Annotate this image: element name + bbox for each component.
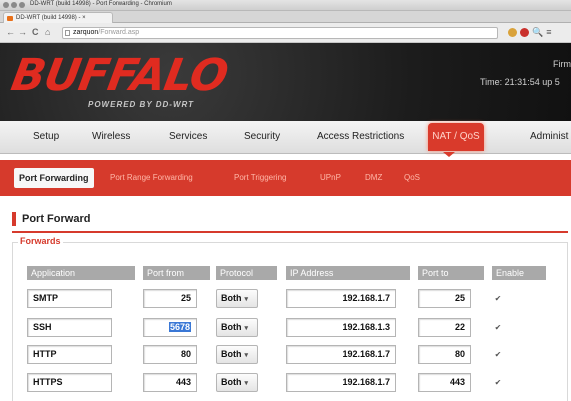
tab-setup[interactable]: Setup [33,121,59,153]
subtab-upnp[interactable]: UPnP [320,171,341,185]
minimize-window-icon[interactable] [11,2,17,8]
browser-toolbar: ← → C ⌂ zarquon/Forward.asp 🔍 ≡ [0,23,571,43]
enable-checkbox[interactable]: ✔ [494,379,502,387]
chevron-down-icon: ▾ [244,296,249,303]
uptime-label: Time: 21:31:54 up 5 [480,77,560,87]
fieldset-legend: Forwards [18,236,63,246]
ip-address-input[interactable]: 192.168.1.3 [286,318,396,337]
extension-icons: 🔍 ≡ [508,28,551,37]
protocol-value: Both [221,377,242,387]
subtab-port-forwarding[interactable]: Port Forwarding [14,168,94,188]
column-header-protocol: Protocol [216,266,277,280]
port-to-input[interactable]: 443 [418,373,471,392]
column-header-port-to: Port to [418,266,484,280]
title-divider [12,231,568,233]
protocol-select[interactable]: Both ▾ [216,318,258,337]
main-content: Port Forward Forwards Application Port f… [0,196,571,401]
port-to-input[interactable]: 22 [418,318,471,337]
page-title: Port Forward [12,212,90,226]
extension-icon[interactable] [520,28,529,37]
application-input[interactable]: HTTP [27,345,112,364]
extension-icon[interactable] [508,28,517,37]
tab-administration[interactable]: Administ [530,121,568,153]
router-header: BUFFALO POWERED BY DD-WRT Firm Time: 21:… [0,43,571,121]
enable-checkbox[interactable]: ✔ [494,295,502,303]
firmware-label: Firm [553,59,571,69]
address-bar[interactable]: zarquon/Forward.asp [62,27,498,39]
column-header-ip-address: IP Address [286,266,410,280]
menu-icon[interactable]: ≡ [546,28,551,37]
browser-tab-title: DD-WRT (build 14998) - × [16,15,86,21]
maximize-window-icon[interactable] [19,2,25,8]
table-row: HTTP 80 Both ▾ 192.168.1.7 80 ✔ [0,345,571,369]
application-input[interactable]: SSH [27,318,112,337]
home-icon[interactable]: ⌂ [45,27,50,38]
subtab-port-range-forwarding[interactable]: Port Range Forwarding [110,171,193,185]
table-row: SSH 5678 Both ▾ 192.168.1.3 22 ✔ [0,318,571,342]
application-input[interactable]: HTTPS [27,373,112,392]
reload-icon[interactable]: C [32,27,39,38]
enable-checkbox[interactable]: ✔ [494,351,502,359]
window-titlebar: DD-WRT (build 14998) - Port Forwarding -… [0,0,571,11]
port-from-input[interactable]: 25 [143,289,197,308]
logo-subtitle: POWERED BY DD-WRT [88,100,195,109]
protocol-value: Both [221,293,242,303]
column-header-application: Application [27,266,135,280]
protocol-value: Both [221,349,242,359]
tab-wireless[interactable]: Wireless [92,121,130,153]
main-nav: Setup Wireless Services Security Access … [0,121,571,154]
active-tab-pointer [443,152,455,157]
protocol-select[interactable]: Both ▾ [216,345,258,364]
window-title: DD-WRT (build 14998) - Port Forwarding -… [30,1,172,7]
application-input[interactable]: SMTP [27,289,112,308]
back-icon[interactable]: ← [6,27,15,38]
port-from-input[interactable]: 80 [143,345,197,364]
ip-address-input[interactable]: 192.168.1.7 [286,373,396,392]
tab-services[interactable]: Services [169,121,207,153]
selected-text: 5678 [168,322,191,332]
chevron-down-icon: ▾ [244,380,249,387]
table-row: SMTP 25 Both ▾ 192.168.1.7 25 ✔ [0,289,571,313]
subtab-dmz[interactable]: DMZ [365,171,382,185]
subtab-port-triggering[interactable]: Port Triggering [234,171,286,185]
port-from-input[interactable]: 5678 [143,318,197,337]
window-controls[interactable] [3,2,25,8]
tab-nat-qos[interactable]: NAT / QoS [428,123,484,151]
browser-tab[interactable]: DD-WRT (build 14998) - × [3,12,113,23]
forward-icon[interactable]: → [18,27,27,38]
protocol-select[interactable]: Both ▾ [216,289,258,308]
column-header-enable: Enable [492,266,546,280]
enable-checkbox[interactable]: ✔ [494,324,502,332]
protocol-select[interactable]: Both ▾ [216,373,258,392]
ip-address-input[interactable]: 192.168.1.7 [286,289,396,308]
zoom-icon[interactable]: 🔍 [532,28,543,37]
port-to-input[interactable]: 25 [418,289,471,308]
buffalo-logo: BUFFALO [7,50,232,101]
sub-nav: Port Forwarding Port Range Forwarding Po… [0,160,571,196]
chevron-down-icon: ▾ [244,325,249,332]
tab-security[interactable]: Security [244,121,280,153]
favicon-icon [7,16,13,21]
port-from-input[interactable]: 443 [143,373,197,392]
chevron-down-icon: ▾ [244,352,249,359]
url-path: /Forward.asp [98,29,140,36]
page-icon [65,30,70,36]
browser-tabstrip: DD-WRT (build 14998) - × [0,11,571,23]
close-window-icon[interactable] [3,2,9,8]
table-row: HTTPS 443 Both ▾ 192.168.1.7 443 ✔ [0,373,571,397]
column-header-port-from: Port from [143,266,210,280]
subtab-qos[interactable]: QoS [404,171,420,185]
protocol-value: Both [221,322,242,332]
port-to-input[interactable]: 80 [418,345,471,364]
url-host: zarquon [73,29,99,36]
tab-access-restrictions[interactable]: Access Restrictions [317,121,404,153]
ip-address-input[interactable]: 192.168.1.7 [286,345,396,364]
